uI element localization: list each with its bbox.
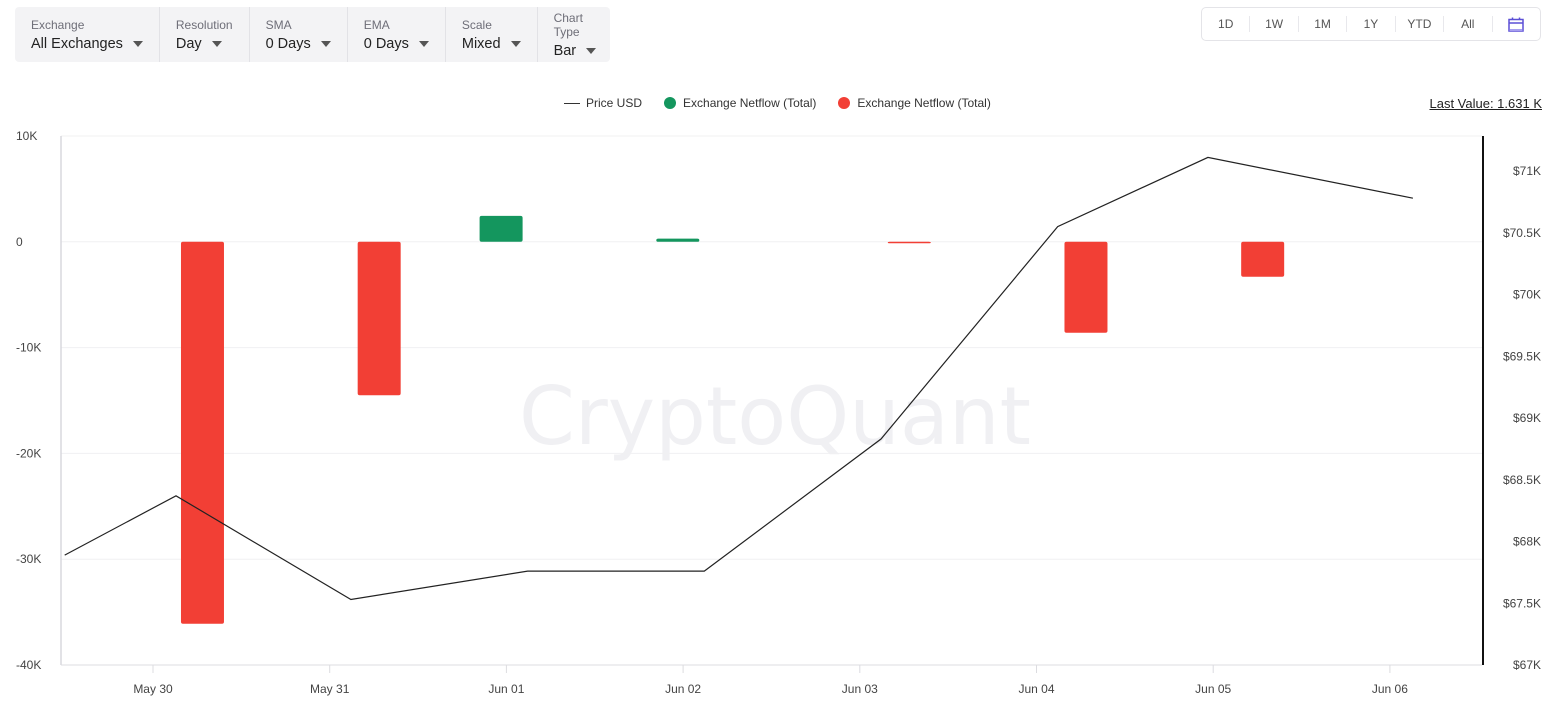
chart-legend: Price USD Exchange Netflow (Total) Excha… (564, 96, 1013, 110)
scale-value: Mixed (461, 35, 501, 52)
range-button-1m[interactable]: 1M (1299, 16, 1348, 32)
y2-tick-label: $68K (1513, 535, 1541, 549)
y2-tick-label: $71K (1513, 164, 1541, 178)
legend-item-price[interactable]: Price USD (564, 96, 642, 110)
line-swatch-icon (564, 102, 580, 104)
exchange-select[interactable]: Exchange All Exchanges (15, 7, 160, 62)
range-button-all[interactable]: All (1444, 16, 1493, 32)
sma-label: SMA (265, 17, 292, 32)
caret-down-icon (418, 40, 429, 47)
legend-label-netflow-positive: Exchange Netflow (Total) (683, 96, 817, 110)
y2-tick-label: $67K (1513, 658, 1541, 672)
y-tick-label: -20K (16, 446, 41, 460)
scale-select[interactable]: Scale Mixed (446, 7, 538, 62)
chart-type-label: Chart Type (553, 10, 583, 39)
calendar-button[interactable] (1493, 17, 1540, 32)
chart-settings-toolbar: Exchange All Exchanges Resolution Day SM… (15, 7, 610, 62)
exchange-value: All Exchanges (31, 35, 123, 52)
calendar-icon (1508, 17, 1524, 32)
ema-label: EMA (363, 17, 390, 32)
legend-item-netflow-positive[interactable]: Exchange Netflow (Total) (664, 96, 816, 110)
netflow-bar (1064, 241, 1108, 333)
range-button-1y[interactable]: 1Y (1347, 16, 1396, 32)
last-value-link[interactable]: Last Value: 1.631 K (1429, 96, 1542, 111)
y2-tick-label: $68.5K (1503, 473, 1541, 487)
caret-down-icon (510, 40, 521, 47)
resolution-value: Day (175, 35, 202, 52)
exchange-label: Exchange (31, 17, 85, 32)
watermark: CryptoQuant (519, 370, 1031, 463)
netflow-bar (180, 241, 224, 624)
range-button-1w[interactable]: 1W (1250, 16, 1299, 32)
netflow-price-chart: CryptoQuant 10K 0 -10K -20K -30K -40K May 30 Ma… (16, 129, 1541, 696)
x-tick-label: Jun 05 (1195, 682, 1231, 696)
resolution-label: Resolution (175, 17, 233, 32)
sma-select[interactable]: SMA 0 Days (250, 7, 348, 62)
sma-value: 0 Days (265, 35, 311, 52)
y-tick-label: 10K (16, 129, 37, 143)
resolution-select[interactable]: Resolution Day (160, 7, 250, 62)
caret-down-icon (211, 40, 222, 47)
legend-label-price: Price USD (586, 96, 643, 110)
legend-item-netflow-negative[interactable]: Exchange Netflow (Total) (838, 96, 991, 110)
netflow-bar (656, 238, 700, 242)
scale-label: Scale (461, 17, 492, 32)
y2-tick-label: $69K (1513, 411, 1541, 425)
red-dot-icon (838, 97, 851, 109)
green-dot-icon (664, 97, 677, 109)
y2-tick-label: $67.5K (1503, 596, 1541, 610)
ema-value: 0 Days (363, 35, 409, 52)
time-range-selector: 1D 1W 1M 1Y YTD All (1201, 7, 1541, 41)
netflow-bar (479, 215, 523, 242)
y2-tick-label: $70K (1513, 288, 1541, 302)
y-tick-label: 0 (16, 235, 23, 249)
caret-down-icon (586, 47, 597, 54)
caret-down-icon (132, 40, 143, 47)
x-tick-label: Jun 02 (665, 682, 701, 696)
x-tick-label: Jun 03 (842, 682, 878, 696)
caret-down-icon (320, 40, 331, 47)
y2-tick-label: $70.5K (1503, 226, 1541, 240)
chart-type-select[interactable]: Chart Type Bar (538, 7, 613, 62)
range-button-ytd[interactable]: YTD (1396, 16, 1445, 32)
ema-select[interactable]: EMA 0 Days (348, 7, 446, 62)
chart-type-value: Bar (553, 42, 577, 59)
x-tick-label: May 30 (133, 682, 173, 696)
y-tick-label: -10K (16, 341, 41, 355)
x-tick-label: Jun 04 (1018, 682, 1054, 696)
x-tick-label: May 31 (310, 682, 350, 696)
y-tick-label: -40K (16, 658, 41, 672)
x-tick-label: Jun 01 (488, 682, 524, 696)
netflow-bar (887, 241, 931, 244)
netflow-bar (1241, 241, 1285, 277)
y2-tick-label: $69.5K (1503, 349, 1541, 363)
legend-label-netflow-negative: Exchange Netflow (Total) (857, 96, 991, 110)
x-tick-label: Jun 06 (1372, 682, 1408, 696)
range-button-1d[interactable]: 1D (1202, 16, 1251, 32)
y-tick-label: -30K (16, 552, 41, 566)
netflow-bar (357, 241, 401, 396)
